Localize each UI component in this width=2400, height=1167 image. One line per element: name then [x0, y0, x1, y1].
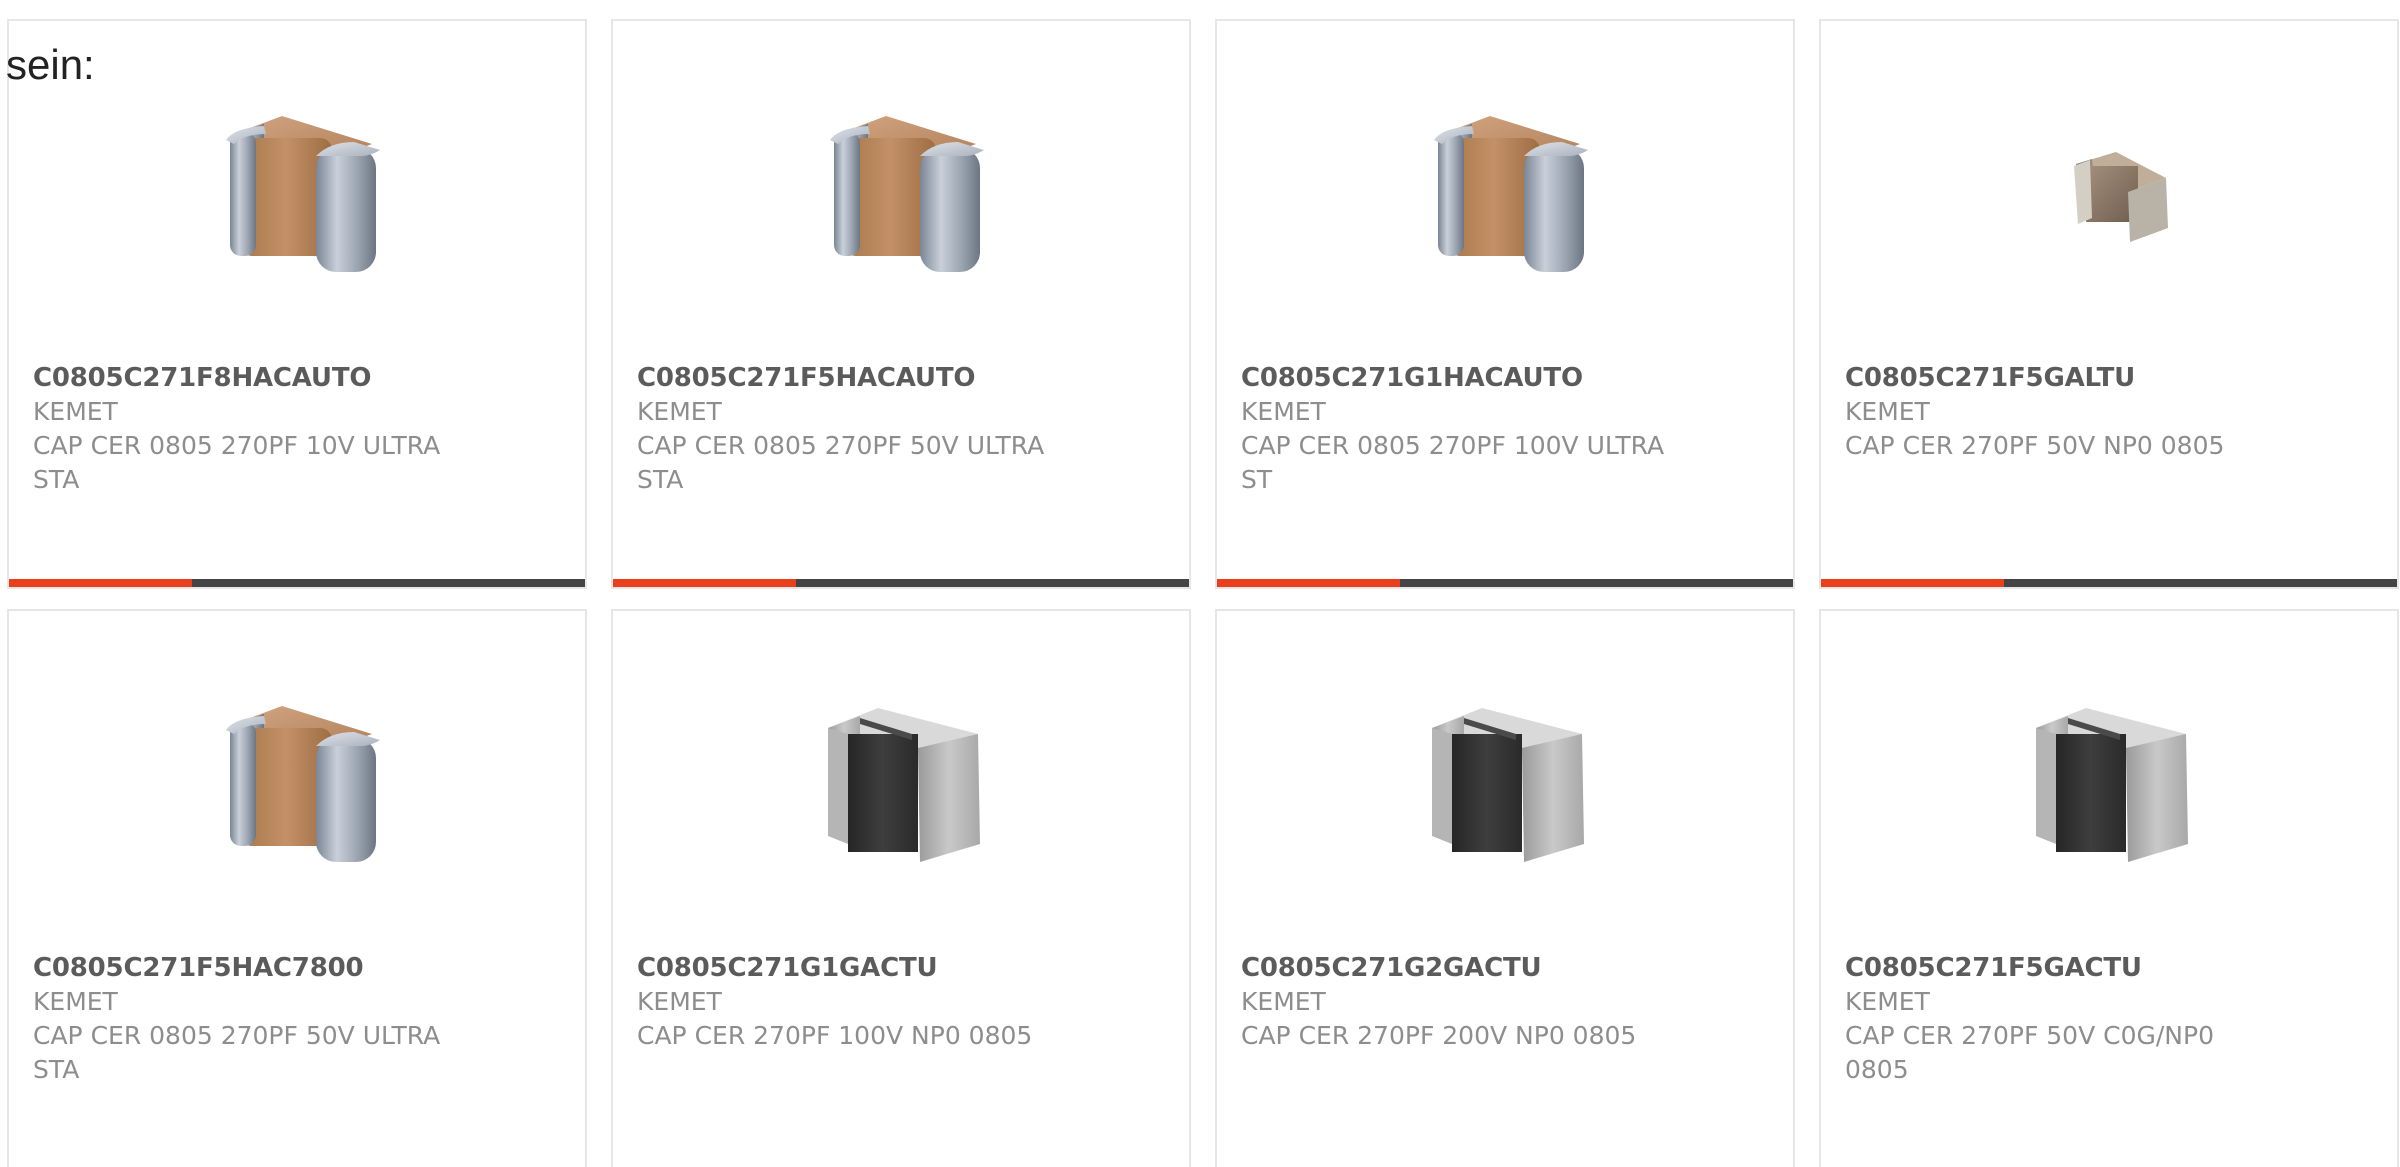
product-description: CAP CER 270PF 50V NP0 0805: [1845, 431, 2225, 460]
capacitor-dark-icon: [2036, 708, 2188, 862]
product-card-c0805c271g1hacauto[interactable]: C0805C271G1HACAUTO KEMET CAP CER 0805 27…: [1215, 19, 1795, 589]
product-image[interactable]: [1404, 681, 1610, 887]
product-image[interactable]: [800, 681, 1006, 887]
card-bar-accent: [9, 579, 192, 587]
capacitor-dark-icon: [828, 708, 980, 862]
product-manufacturer: KEMET: [1845, 987, 1930, 1016]
capacitor-tan-icon: [226, 116, 380, 272]
product-card-c0805c271f8hacauto[interactable]: C0805C271F8HACAUTO KEMET CAP CER 0805 27…: [7, 19, 587, 589]
product-description: CAP CER 0805 270PF 50V ULTRA STA: [33, 1021, 441, 1084]
product-manufacturer: KEMET: [33, 397, 118, 426]
product-image[interactable]: [196, 681, 402, 887]
product-manufacturer: KEMET: [1241, 397, 1326, 426]
product-info: C0805C271G2GACTU KEMET CAP CER 270PF 200…: [1241, 951, 1681, 1053]
product-description: CAP CER 270PF 100V NP0 0805: [637, 1021, 1033, 1050]
product-info: C0805C271F5HAC7800 KEMET CAP CER 0805 27…: [33, 951, 473, 1087]
product-manufacturer: KEMET: [637, 987, 722, 1016]
card-bar-accent: [1217, 579, 1400, 587]
intro-text: sein:: [6, 41, 95, 88]
product-description: CAP CER 270PF 50V C0G/NP0 0805: [1845, 1021, 2214, 1084]
card-bar-accent: [1821, 579, 2004, 587]
capacitor-tan-icon: [1434, 116, 1588, 272]
product-description: CAP CER 270PF 200V NP0 0805: [1241, 1021, 1637, 1050]
product-image[interactable]: [1404, 91, 1610, 297]
product-info: C0805C271F5HACAUTO KEMET CAP CER 0805 27…: [637, 361, 1077, 497]
capacitor-small-icon: [2074, 152, 2168, 242]
product-image[interactable]: [800, 91, 1006, 297]
product-part-number[interactable]: C0805C271G2GACTU: [1241, 951, 1681, 985]
product-part-number[interactable]: C0805C271F5HACAUTO: [637, 361, 1077, 395]
product-part-number[interactable]: C0805C271G1GACTU: [637, 951, 1077, 985]
product-image[interactable]: [2008, 91, 2214, 297]
product-card-c0805c271f5gactu[interactable]: C0805C271F5GACTU KEMET CAP CER 270PF 50V…: [1819, 609, 2399, 1167]
product-grid: C0805C271F8HACAUTO KEMET CAP CER 0805 27…: [7, 19, 2399, 1167]
product-info: C0805C271G1HACAUTO KEMET CAP CER 0805 27…: [1241, 361, 1681, 497]
product-card-c0805c271f5hac7800[interactable]: C0805C271F5HAC7800 KEMET CAP CER 0805 27…: [7, 609, 587, 1167]
capacitor-tan-icon: [226, 706, 380, 862]
card-bottom-bar: [613, 579, 1189, 587]
product-part-number[interactable]: C0805C271F5HAC7800: [33, 951, 473, 985]
product-description: CAP CER 0805 270PF 10V ULTRA STA: [33, 431, 441, 494]
product-part-number[interactable]: C0805C271F5GACTU: [1845, 951, 2285, 985]
product-manufacturer: KEMET: [1845, 397, 1930, 426]
product-info: C0805C271F5GACTU KEMET CAP CER 270PF 50V…: [1845, 951, 2285, 1087]
product-part-number[interactable]: C0805C271G1HACAUTO: [1241, 361, 1681, 395]
product-card-c0805c271f5hacauto[interactable]: C0805C271F5HACAUTO KEMET CAP CER 0805 27…: [611, 19, 1191, 589]
product-image[interactable]: [2008, 681, 2214, 887]
product-info: C0805C271G1GACTU KEMET CAP CER 270PF 100…: [637, 951, 1077, 1053]
card-bottom-bar: [9, 579, 585, 587]
product-card-c0805c271g2gactu[interactable]: C0805C271G2GACTU KEMET CAP CER 270PF 200…: [1215, 609, 1795, 1167]
product-card-c0805c271g1gactu[interactable]: C0805C271G1GACTU KEMET CAP CER 270PF 100…: [611, 609, 1191, 1167]
product-card-c0805c271f5galtu[interactable]: C0805C271F5GALTU KEMET CAP CER 270PF 50V…: [1819, 19, 2399, 589]
product-info: C0805C271F8HACAUTO KEMET CAP CER 0805 27…: [33, 361, 473, 497]
product-manufacturer: KEMET: [1241, 987, 1326, 1016]
capacitor-tan-icon: [830, 116, 984, 272]
product-part-number[interactable]: C0805C271F8HACAUTO: [33, 361, 473, 395]
card-bar-accent: [613, 579, 796, 587]
product-info: C0805C271F5GALTU KEMET CAP CER 270PF 50V…: [1845, 361, 2285, 463]
product-description: CAP CER 0805 270PF 100V ULTRA ST: [1241, 431, 1665, 494]
product-part-number[interactable]: C0805C271F5GALTU: [1845, 361, 2285, 395]
product-grid-page: sein: C0805C271F8HACAUTO KEMET CAP CER 0…: [0, 0, 2400, 1167]
card-bottom-bar: [1217, 579, 1793, 587]
capacitor-dark-icon: [1432, 708, 1584, 862]
product-manufacturer: KEMET: [637, 397, 722, 426]
product-manufacturer: KEMET: [33, 987, 118, 1016]
card-bottom-bar: [1821, 579, 2397, 587]
product-image[interactable]: [196, 91, 402, 297]
product-description: CAP CER 0805 270PF 50V ULTRA STA: [637, 431, 1045, 494]
